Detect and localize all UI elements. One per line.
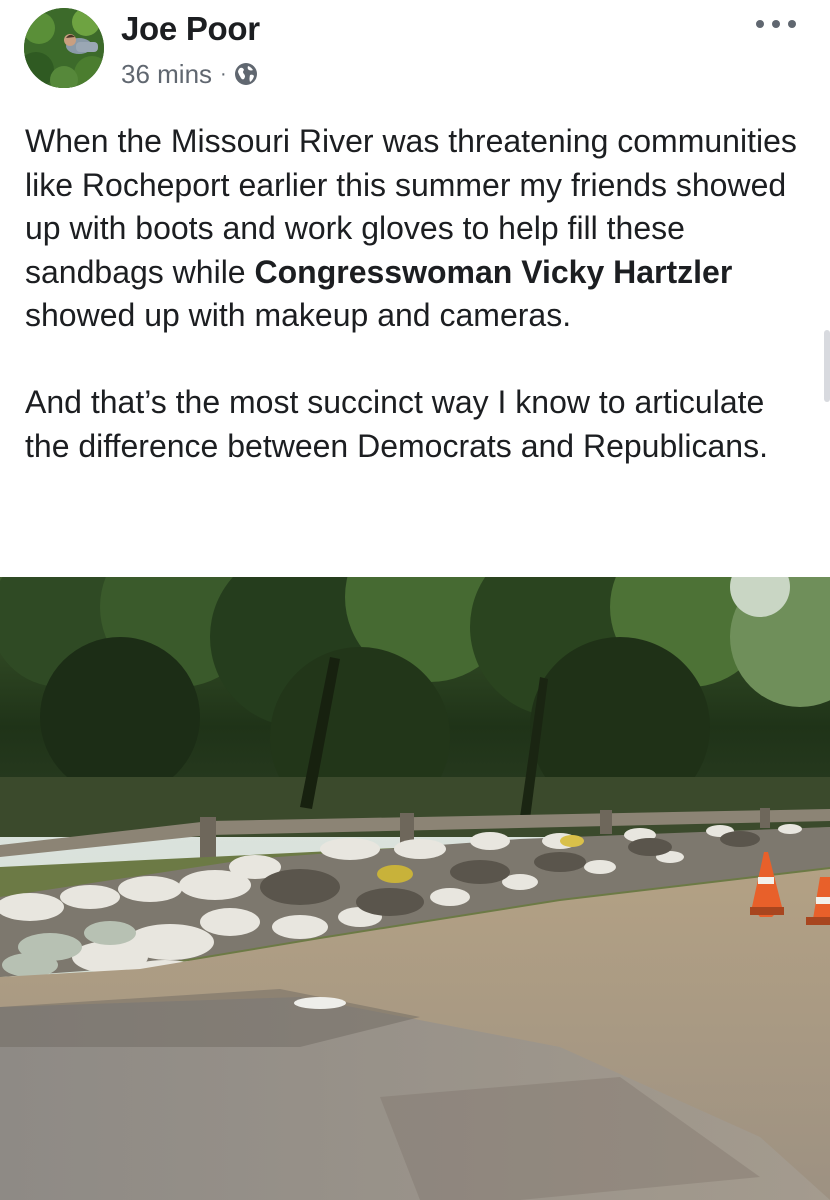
facebook-post: Joe Poor 36 mins · When the Missouri Riv… xyxy=(0,0,830,1200)
avatar-image xyxy=(24,8,104,88)
post-header: Joe Poor 36 mins · xyxy=(0,0,830,110)
more-horizontal-icon xyxy=(756,20,764,28)
post-photo[interactable] xyxy=(0,577,830,1200)
post-text: When the Missouri River was threatening … xyxy=(25,120,815,468)
post-paragraph-1: When the Missouri River was threatening … xyxy=(25,120,815,338)
tagged-person-link[interactable]: Congresswoman Vicky Hartzler xyxy=(254,254,732,290)
post-meta: 36 mins · xyxy=(121,58,258,90)
more-options-button[interactable] xyxy=(756,12,796,36)
meta-separator: · xyxy=(220,62,227,85)
globe-icon[interactable] xyxy=(234,62,258,86)
post-timestamp[interactable]: 36 mins xyxy=(121,59,212,90)
paragraph-text: showed up with makeup and cameras. xyxy=(25,297,572,333)
author-avatar[interactable] xyxy=(24,8,104,88)
author-name[interactable]: Joe Poor xyxy=(121,10,260,48)
scrollbar[interactable] xyxy=(824,330,830,402)
sandbag-wall-photo xyxy=(0,577,830,1200)
post-paragraph-2: And that’s the most succinct way I know … xyxy=(25,384,768,464)
